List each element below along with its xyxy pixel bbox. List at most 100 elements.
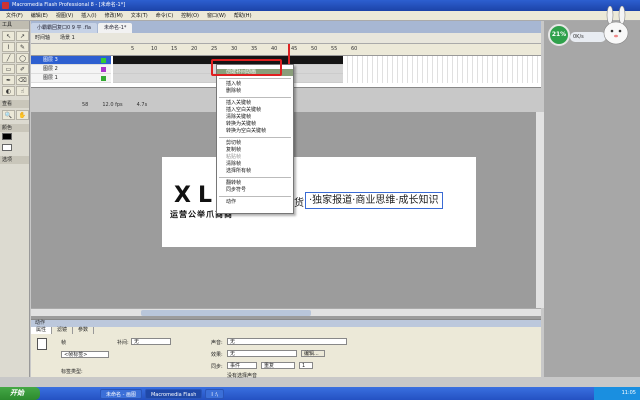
network-monitor-gadget[interactable]: 21% 0K/s (548, 2, 640, 52)
flash-app-window: Macromedia Flash Professional 8 - [未命名-1… (0, 0, 640, 400)
app-icon (2, 2, 9, 9)
edit-button[interactable]: 编辑... (301, 350, 325, 357)
menu-modify[interactable]: 修改(M) (101, 12, 127, 19)
highlight-annotation-box (211, 59, 282, 76)
doc-tab-1[interactable]: 小霸霸回复口0 9 平 .fla (31, 23, 97, 33)
layer-row-1[interactable]: 图层 1 (31, 74, 111, 83)
menu-item-convert-blank-keyframe[interactable]: 转换为空白关键帧 (217, 128, 293, 135)
frame-name-input[interactable]: <帧标签> (61, 351, 109, 358)
sound-select[interactable]: 无 (227, 338, 347, 345)
menu-view[interactable]: 视图(V) (52, 12, 77, 19)
menu-item-select-all-frames[interactable]: 选择所有帧 (217, 168, 293, 175)
taskbar: 开始 未命名 - 画图 Macromedia Flash I :\ 11:05 (0, 387, 640, 400)
tween-select[interactable]: 无 (131, 338, 171, 345)
fill-tool-icon[interactable]: ◐ (2, 86, 15, 96)
options-section-label: 选项 (0, 156, 29, 164)
scene-label[interactable]: 场景 1 (60, 33, 75, 43)
menu-item-sync-symbols[interactable]: 同步符号 (217, 187, 293, 194)
menu-item-delete-frame[interactable]: 删除帧 (217, 88, 293, 95)
ruler-tick: 20 (191, 46, 198, 52)
ruler-tick: 50 (311, 46, 318, 52)
effect-select[interactable]: 无 (227, 350, 297, 357)
brush-tool-icon[interactable]: ✒ (2, 75, 15, 85)
layer-name: 图层 1 (43, 75, 58, 81)
tools-grid: ↖ ↗ ⌇ ✎ ╱ ◯ ▭ ✐ ✒ ⌫ ◐ ☝ (0, 29, 29, 98)
menu-item-clear-keyframe[interactable]: 清除关键帧 (217, 114, 293, 121)
line-tool-icon[interactable]: ╱ (2, 53, 15, 63)
menu-help[interactable]: 帮助(H) (230, 12, 256, 19)
start-button[interactable]: 开始 (0, 387, 40, 400)
taskbar-item-explorer[interactable]: I :\ (205, 388, 224, 399)
ruler-tick: 5 (131, 46, 135, 52)
menu-insert[interactable]: 插入(I) (77, 12, 100, 19)
vertical-scrollbar[interactable] (536, 112, 544, 308)
layer-row-3[interactable]: 图层 3 (31, 56, 111, 65)
doc-tab-2[interactable]: 未命名-1* (97, 23, 133, 33)
menu-commands[interactable]: 命令(C) (152, 12, 177, 19)
menu-item-actions[interactable]: 动作 (217, 199, 293, 206)
repeat-select[interactable]: 重复 (261, 362, 295, 369)
pen-tool-icon[interactable]: ✎ (16, 42, 29, 52)
subselect-tool-icon[interactable]: ↗ (16, 31, 29, 41)
taskbar-item-flash[interactable]: Macromedia Flash (144, 388, 203, 399)
timeline-header: 5 10 15 20 25 30 35 40 45 50 55 60 (31, 44, 541, 56)
frame-rate: 12.0 fps (102, 102, 123, 108)
eyedropper-tool-icon[interactable]: ☝ (16, 86, 29, 96)
menu-text[interactable]: 文本(T) (127, 12, 152, 19)
pencil-tool-icon[interactable]: ✐ (16, 64, 29, 74)
color-swatches (0, 132, 29, 154)
timeline-toggle[interactable]: 时间轴 (35, 33, 50, 43)
effect-label: 效果: (211, 352, 223, 358)
menu-bar: 文件(F) 编辑(E) 视图(V) 插入(I) 修改(M) 文本(T) 命令(C… (0, 11, 640, 21)
menu-item-clear-frames[interactable]: 清除帧 (217, 161, 293, 168)
slogan-textbox[interactable]: ·独家报道·商业思维·成长知识 (305, 192, 443, 209)
menu-item-convert-keyframe[interactable]: 转换为关键帧 (217, 121, 293, 128)
usage-percent: 21% (548, 24, 570, 46)
horizontal-scrollbar[interactable] (31, 308, 541, 316)
tools-panel: 工具 ↖ ↗ ⌇ ✎ ╱ ◯ ▭ ✐ ✒ ⌫ ◐ ☝ 查看 🔍 ✋ 颜色 选项 (0, 21, 30, 377)
menu-item-paste-frames[interactable]: 粘贴帧 (217, 154, 293, 161)
actions-panel-title[interactable]: 动作 (31, 320, 541, 327)
title-bar: Macromedia Flash Professional 8 - [未命名-1… (0, 0, 640, 11)
menu-item-insert-blank-keyframe[interactable]: 插入空白关键帧 (217, 107, 293, 114)
menu-window[interactable]: 窗口(W) (203, 12, 230, 19)
current-frame: 58 (82, 102, 89, 108)
menu-item-reverse-frames[interactable]: 翻转帧 (217, 180, 293, 187)
tab-properties[interactable]: 属性 (31, 327, 53, 334)
ruler-tick: 30 (231, 46, 238, 52)
layer-row-2[interactable]: 图层 2 (31, 65, 111, 74)
sync-select[interactable]: 事件 (227, 362, 257, 369)
ruler-tick: 10 (151, 46, 158, 52)
tab-parameters[interactable]: 参数 (73, 327, 95, 334)
lasso-tool-icon[interactable]: ⌇ (2, 42, 15, 52)
properties-tabs: 属性 滤镜 参数 (31, 327, 541, 334)
frame-icon (37, 338, 47, 350)
hand-tool-icon[interactable]: ✋ (16, 110, 29, 120)
ruler-tick: 55 (331, 46, 338, 52)
context-menu: 创建补间动画 插入帧 删除帧 插入关键帧 插入空白关键帧 清除关键帧 转换为关键… (216, 64, 294, 214)
elapsed-time: 4.7s (136, 102, 148, 108)
fill-color-swatch[interactable] (2, 144, 12, 151)
scroll-thumb[interactable] (141, 310, 311, 316)
window-title: Macromedia Flash Professional 8 - [未命名-1… (12, 2, 126, 8)
stroke-color-swatch[interactable] (2, 133, 12, 140)
taskbar-item-paint[interactable]: 未命名 - 画图 (100, 388, 142, 399)
menu-item-copy-frames[interactable]: 复制帧 (217, 147, 293, 154)
frame-grid[interactable] (113, 56, 541, 83)
tab-filters[interactable]: 滤镜 (52, 327, 74, 334)
right-panel-area (544, 21, 640, 377)
rectangle-tool-icon[interactable]: ▭ (2, 64, 15, 74)
zoom-tool-icon[interactable]: 🔍 (2, 110, 15, 120)
menu-item-cut-frames[interactable]: 剪切帧 (217, 140, 293, 147)
repeat-count-input[interactable]: 1 (299, 362, 313, 369)
menu-edit[interactable]: 编辑(E) (27, 12, 52, 19)
menu-control[interactable]: 控制(O) (177, 12, 203, 19)
menu-item-insert-keyframe[interactable]: 插入关键帧 (217, 100, 293, 107)
menu-item-insert-frame[interactable]: 插入帧 (217, 81, 293, 88)
selection-tool-icon[interactable]: ↖ (2, 31, 15, 41)
menu-file[interactable]: 文件(F) (2, 12, 27, 19)
ruler-tick: 35 (251, 46, 258, 52)
tween-label: 补间: (117, 340, 129, 346)
eraser-tool-icon[interactable]: ⌫ (16, 75, 29, 85)
oval-tool-icon[interactable]: ◯ (16, 53, 29, 63)
